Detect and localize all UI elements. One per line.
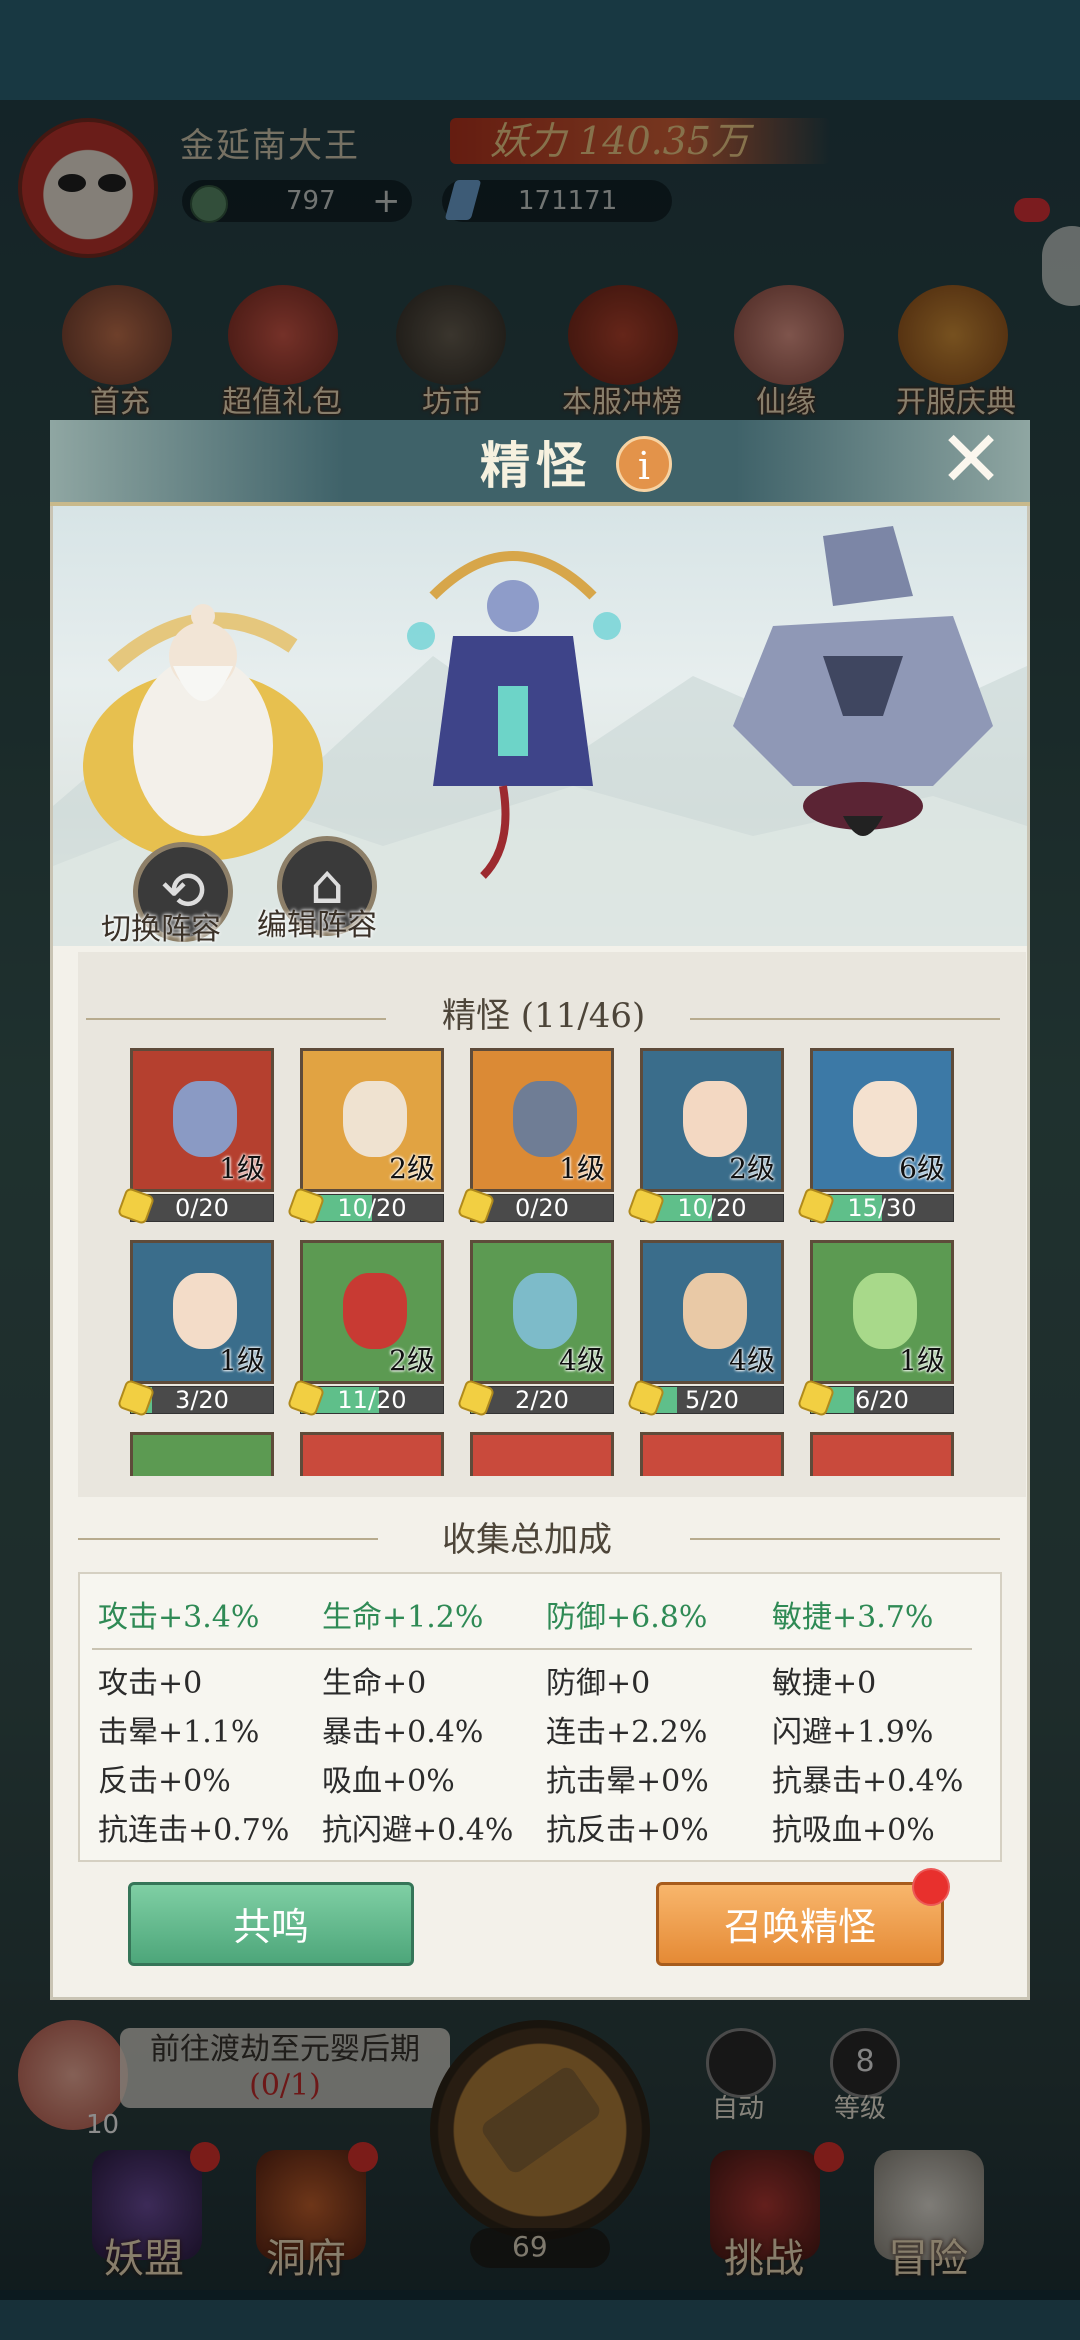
status-bar-area [0,0,1080,100]
collection-title-line-right [690,1018,1000,1020]
spirit-portrait [173,1081,237,1157]
spirit-level: 1级 [899,1344,945,1377]
spirit-level: 1级 [219,1152,265,1185]
spirit-card[interactable]: 1级 [130,1240,274,1384]
bonus-panel [78,1572,1002,1862]
spirit-level: 6级 [899,1152,945,1185]
spirit-portrait [513,1273,577,1349]
summon-spirit-button[interactable]: 召唤精怪 [656,1882,944,1966]
spirit-portrait [513,1081,577,1157]
spirit-level: 2级 [729,1152,775,1185]
character-elder[interactable] [53,546,363,876]
summon-notification-dot [912,1868,950,1906]
modal-title: 精怪 [480,436,592,495]
collection-title-line-left [86,1018,386,1020]
edit-lineup-label[interactable]: 编辑阵容 [257,900,377,944]
spirit-portrait [683,1081,747,1157]
spirit-portrait [343,1081,407,1157]
spirit-portrait [173,1273,237,1349]
character-spirit-woman[interactable] [393,526,633,886]
spirit-level: 4级 [559,1344,605,1377]
close-icon[interactable]: ✕ [936,421,1006,499]
spirit-level: 2级 [389,1152,435,1185]
spirit-portrait [343,1273,407,1349]
spirit-card[interactable]: 2级 [300,1048,444,1192]
spirit-card[interactable]: 1级 [470,1048,614,1192]
spirit-card[interactable]: 4级 [470,1240,614,1384]
spirit-card[interactable]: 1级 [810,1240,954,1384]
switch-lineup-label[interactable]: 切换阵容 [101,904,221,948]
spirit-card[interactable]: 2级 [300,1240,444,1384]
spirit-card[interactable]: 1级 [130,1048,274,1192]
bonus-separator [92,1648,972,1650]
bonus-title-line-left [78,1538,378,1540]
character-rock-golem[interactable] [713,526,1013,866]
spirit-level: 1级 [559,1152,605,1185]
spirit-card[interactable]: 4级 [640,1240,784,1384]
spirit-portrait [853,1081,917,1157]
spirit-card[interactable]: 2级 [640,1048,784,1192]
info-icon[interactable]: i [616,436,672,492]
lineup-scene: ⟲ 切换阵容 ⌂ 编辑阵容 [53,506,1027,948]
collection-title: 精怪 (11/46) [442,996,646,1036]
spirit-level: 2级 [389,1344,435,1377]
spirit-portrait [853,1273,917,1349]
bonus-title: 收集总加成 [442,1520,612,1560]
spirit-level: 1级 [219,1344,265,1377]
spirit-card[interactable]: 6级 [810,1048,954,1192]
bonus-title-line-right [690,1538,1000,1540]
spirit-level: 4级 [729,1344,775,1377]
spirit-portrait [683,1273,747,1349]
resonate-button[interactable]: 共鸣 [128,1882,414,1966]
